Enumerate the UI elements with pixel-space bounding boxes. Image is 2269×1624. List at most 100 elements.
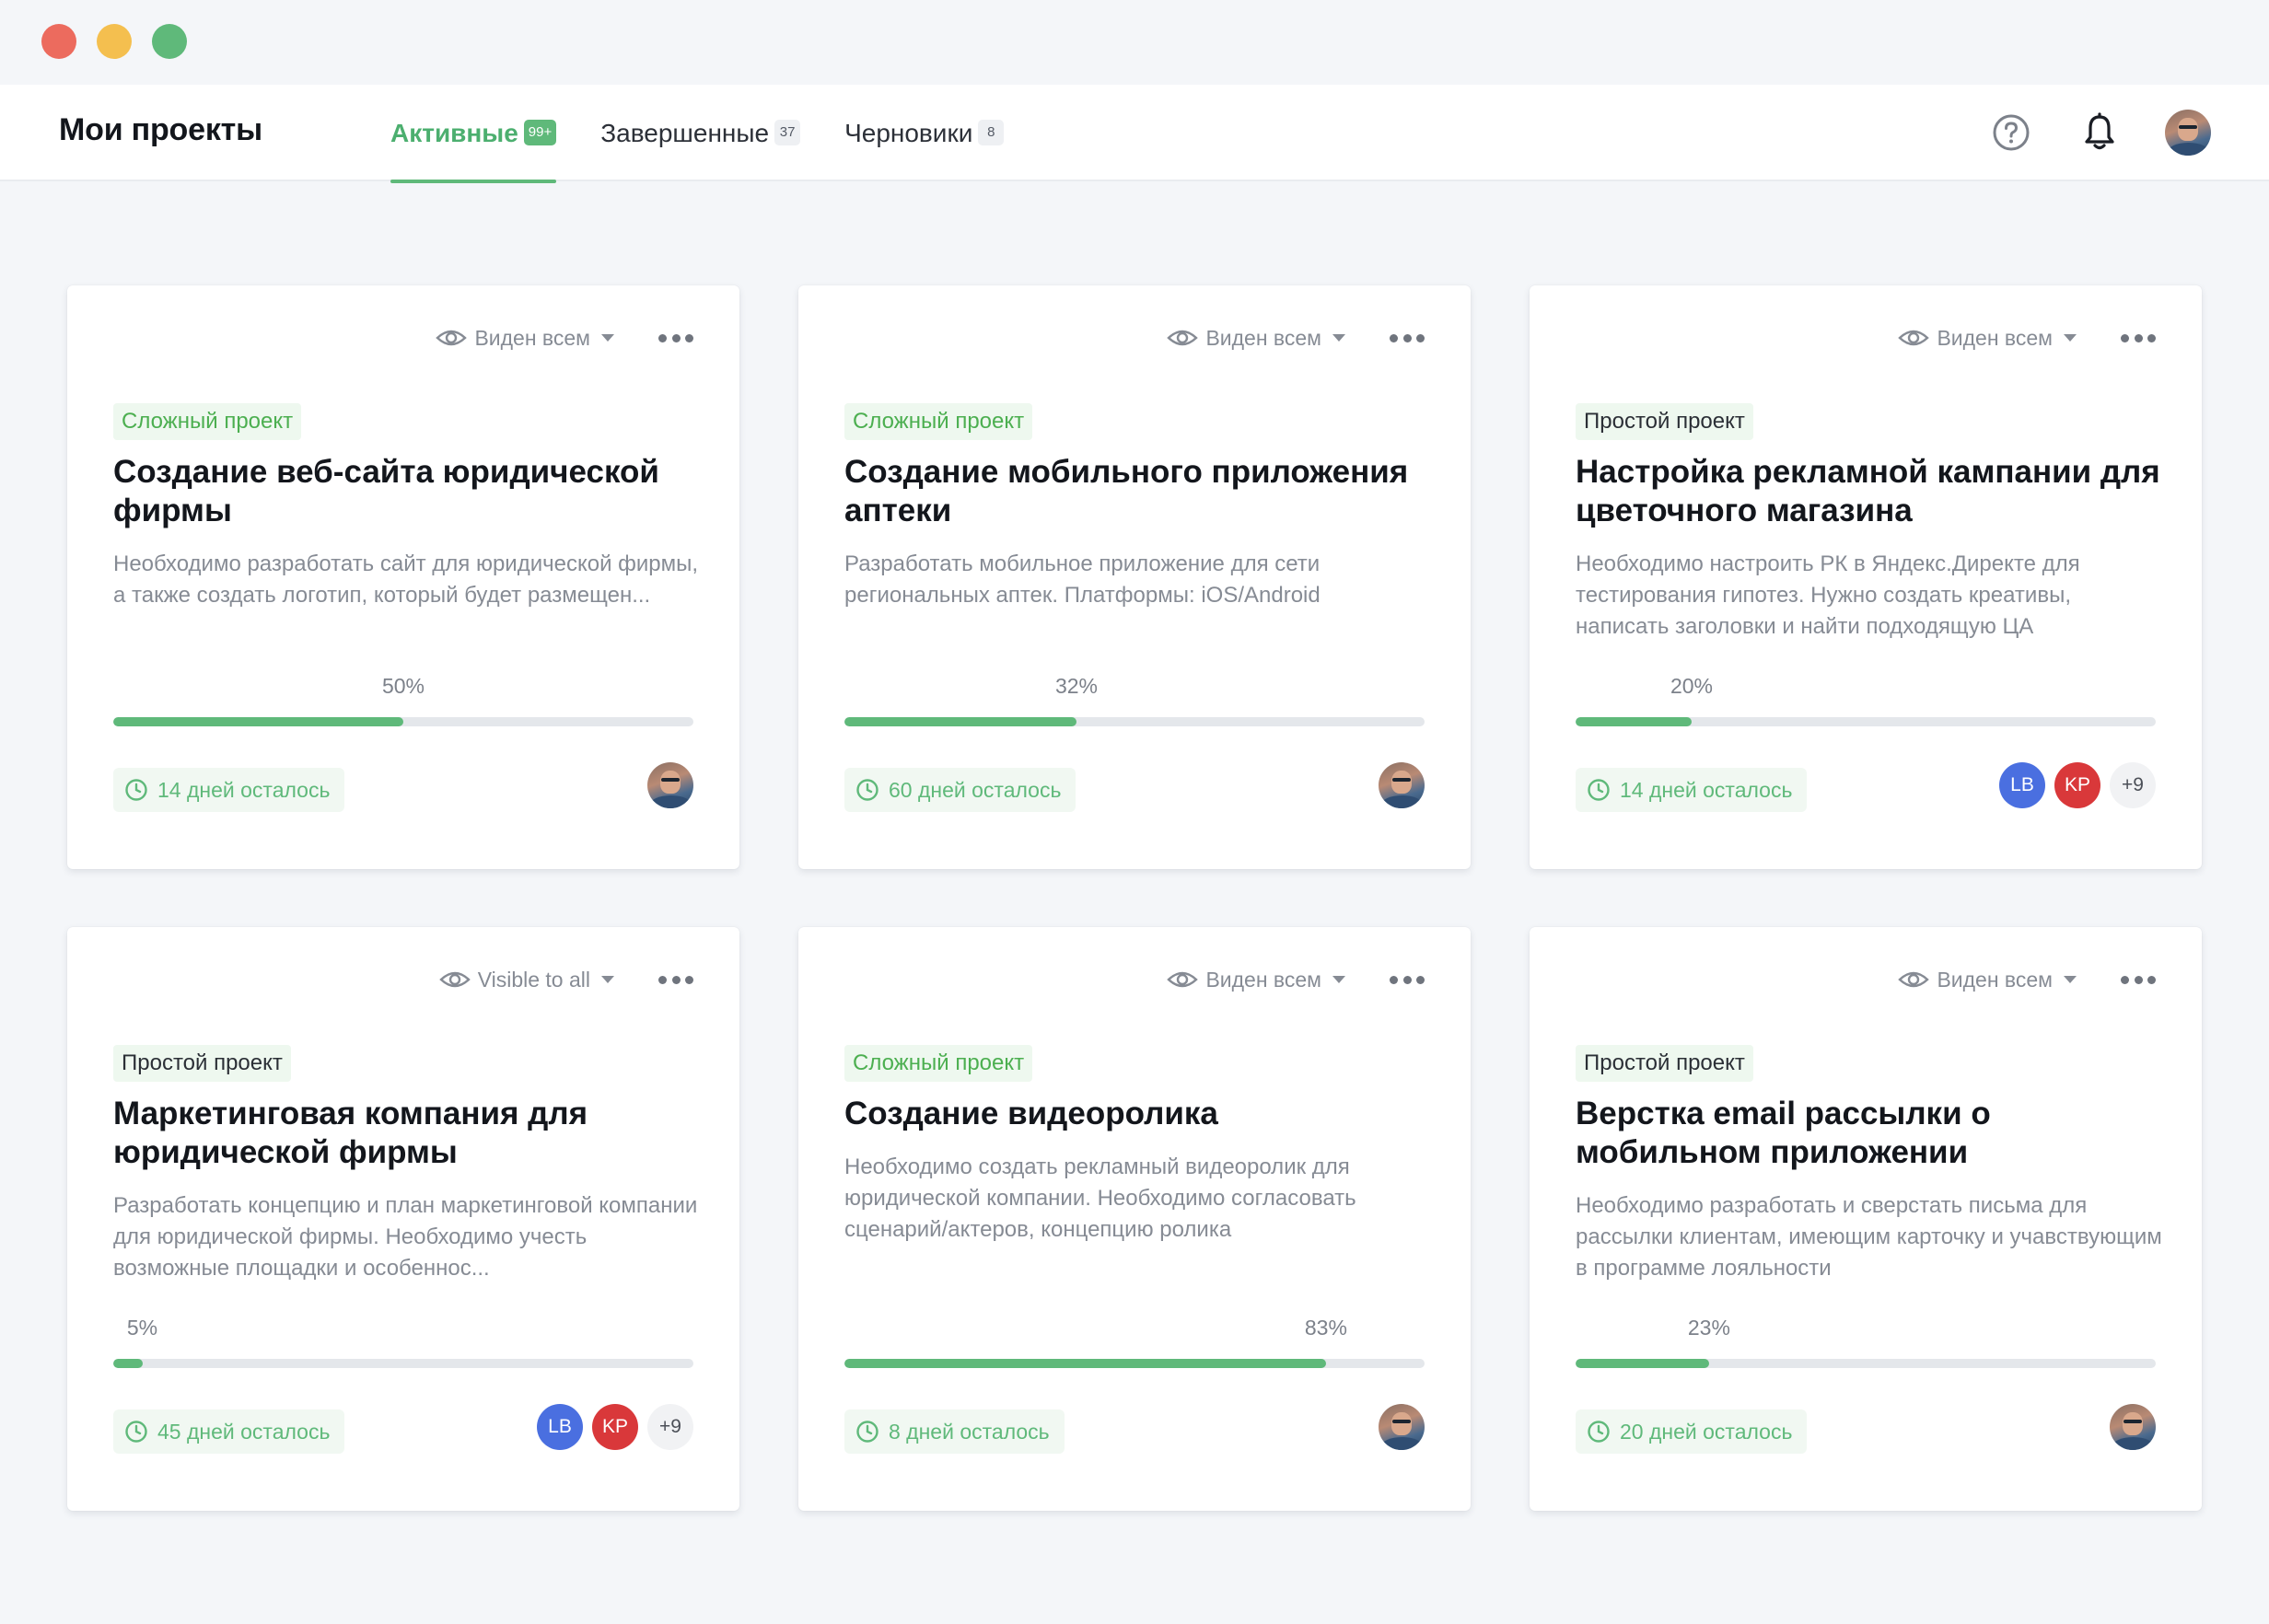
project-title: Маркетинговая компания для юридической ф…	[113, 1096, 588, 1170]
members-group[interactable]	[2110, 1404, 2156, 1450]
more-options-button[interactable]	[2121, 966, 2156, 993]
member-initials-avatar[interactable]: KP	[592, 1404, 638, 1450]
dot	[1390, 333, 1398, 342]
more-options-button[interactable]	[2121, 324, 2156, 352]
help-button[interactable]	[1985, 107, 2037, 158]
tab-count-badge: 99+	[523, 119, 557, 145]
page-title: Мои проекты	[59, 112, 262, 147]
visibility-label: Виден всем	[1937, 967, 2053, 992]
help-icon	[1993, 114, 2030, 151]
eye-icon	[1167, 971, 1199, 988]
visibility-dropdown[interactable]: Виден всем	[1167, 968, 1345, 992]
progress-label: 20%	[1670, 674, 1714, 698]
deadline-chip: 45 дней осталось	[113, 1409, 345, 1454]
tab-drafts[interactable]: Черновики 8	[844, 85, 1005, 181]
visibility-dropdown[interactable]: Виден всем	[1898, 968, 2077, 992]
project-type-badge: Простой проект	[113, 1045, 291, 1082]
clock-icon	[1588, 779, 1610, 801]
profile-button[interactable]	[2162, 107, 2214, 158]
project-card[interactable]: Виден всем Простой проект Верстка email …	[1530, 927, 2202, 1511]
progress-fill	[844, 717, 1076, 726]
more-members-count[interactable]: +9	[2110, 762, 2156, 808]
dot	[2134, 333, 2143, 342]
project-description: Разработать мобильное приложение для сет…	[844, 551, 1321, 608]
dot	[2147, 975, 2156, 984]
deadline-label: 8 дней осталось	[889, 1419, 1050, 1444]
more-options-button[interactable]	[658, 324, 693, 352]
member-avatar[interactable]	[1379, 762, 1425, 808]
card-toolbar: Visible to all	[438, 957, 693, 1003]
members-group[interactable]	[647, 762, 693, 808]
more-options-button[interactable]	[1390, 324, 1425, 352]
members-group[interactable]	[1379, 1404, 1425, 1450]
visibility-label: Visible to all	[477, 967, 590, 992]
project-card[interactable]: Виден всем Сложный проект Создание веб-с…	[67, 285, 739, 869]
dot	[2134, 975, 2143, 984]
project-type-badge: Сложный проект	[113, 403, 302, 440]
project-title: Создание мобильного приложения аптеки	[844, 454, 1409, 528]
window-minimize-button[interactable]	[97, 24, 132, 59]
project-card[interactable]: Виден всем Сложный проект Создание мобил…	[798, 285, 1471, 869]
clock-icon	[1588, 1421, 1610, 1443]
card-toolbar: Виден всем	[1898, 315, 2156, 361]
progress-fill	[1576, 1359, 1709, 1368]
progress-bar	[113, 717, 693, 726]
eye-icon	[438, 971, 471, 988]
project-tabs: Активные 99+ Завершенные 37 Черновики 8	[390, 85, 1048, 183]
progress-fill	[844, 1359, 1326, 1368]
tab-active[interactable]: Активные 99+	[390, 85, 557, 183]
visibility-dropdown[interactable]: Виден всем	[1898, 326, 2077, 351]
member-initials-avatar[interactable]: LB	[1999, 762, 2045, 808]
dot	[658, 333, 667, 342]
deadline-label: 14 дней осталось	[1620, 777, 1793, 802]
member-initials-avatar[interactable]: LB	[537, 1404, 583, 1450]
member-initials-avatar[interactable]: KP	[2054, 762, 2100, 808]
eye-icon	[1898, 330, 1930, 346]
project-type-badge: Сложный проект	[844, 1045, 1033, 1082]
app-header: Мои проекты Активные 99+ Завершенные 37 …	[0, 85, 2269, 183]
deadline-chip: 8 дней осталось	[844, 1409, 1065, 1454]
progress-bar	[113, 1359, 693, 1368]
project-description: Необходимо создать рекламный видеоролик …	[844, 1154, 1356, 1242]
project-card[interactable]: Виден всем Простой проект Настройка рекл…	[1530, 285, 2202, 869]
window-close-button[interactable]	[41, 24, 76, 59]
dot	[1390, 975, 1398, 984]
project-title: Верстка email рассылки о мобильном прило…	[1576, 1096, 1991, 1170]
tab-label: Активные	[390, 118, 518, 147]
deadline-label: 14 дней осталось	[157, 777, 331, 802]
card-toolbar: Виден всем	[1898, 957, 2156, 1003]
eye-icon	[1898, 971, 1930, 988]
visibility-dropdown[interactable]: Visible to all	[438, 967, 614, 992]
visibility-dropdown[interactable]: Виден всем	[436, 326, 614, 351]
members-group[interactable]	[1379, 762, 1425, 808]
dot	[2121, 333, 2129, 342]
project-description: Разработать концепцию и план маркетингов…	[113, 1193, 698, 1281]
dot	[1402, 975, 1412, 984]
bell-icon	[2085, 112, 2114, 150]
progress-bar	[844, 717, 1425, 726]
more-options-button[interactable]	[1390, 966, 1425, 993]
more-members-count[interactable]: +9	[647, 1404, 693, 1450]
tab-label: Черновики	[844, 118, 973, 147]
header-actions	[1949, 107, 2214, 158]
members-group[interactable]: LB KP +9	[1999, 762, 2156, 808]
visibility-label: Виден всем	[1205, 325, 1321, 350]
member-avatar[interactable]	[1379, 1404, 1425, 1450]
dot	[1416, 975, 1425, 984]
tab-completed[interactable]: Завершенные 37	[600, 85, 801, 181]
member-avatar[interactable]	[2110, 1404, 2156, 1450]
card-toolbar: Виден всем	[1167, 957, 1425, 1003]
caret-down-icon	[601, 334, 614, 342]
project-card[interactable]: Visible to all Простой проект Маркетинго…	[67, 927, 739, 1511]
dot	[671, 333, 681, 342]
member-avatar[interactable]	[647, 762, 693, 808]
visibility-dropdown[interactable]: Виден всем	[1167, 326, 1345, 351]
dot	[2147, 333, 2156, 342]
notifications-button[interactable]	[2074, 107, 2125, 158]
window-zoom-button[interactable]	[152, 24, 187, 59]
caret-down-icon	[2064, 334, 2077, 342]
project-card[interactable]: Виден всем Сложный проект Создание видео…	[798, 927, 1471, 1511]
more-options-button[interactable]	[658, 966, 693, 993]
project-type-badge: Простой проект	[1576, 403, 1753, 440]
members-group[interactable]: LB KP +9	[537, 1404, 693, 1450]
